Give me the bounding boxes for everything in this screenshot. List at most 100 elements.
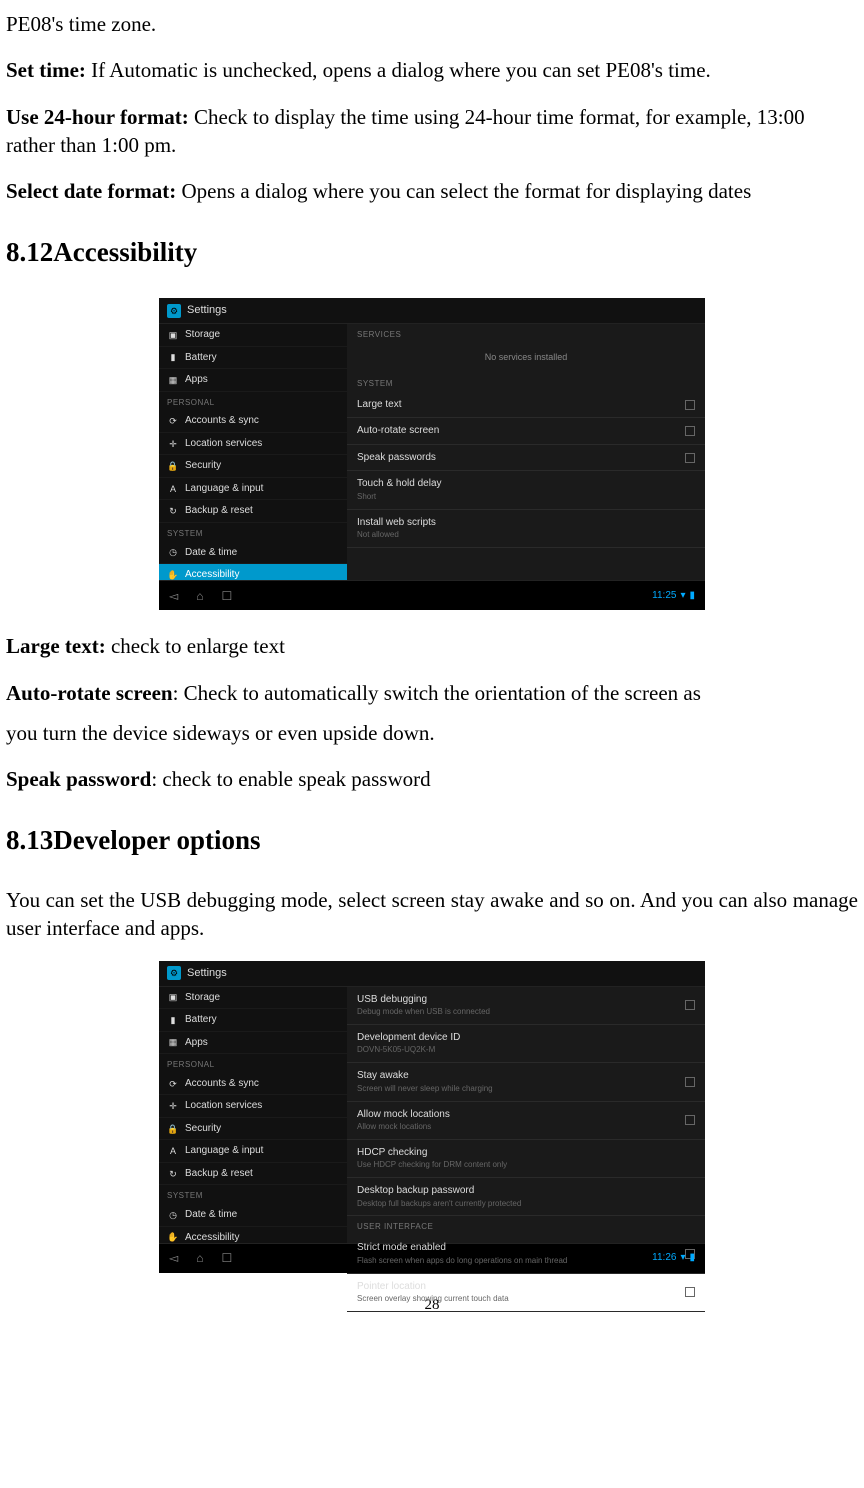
settings-sidebar-2[interactable]: ▣Storage ▮Battery ▦Apps PERSONAL ⟳Accoun… [159, 987, 347, 1243]
sidebar2-security[interactable]: 🔒Security [159, 1118, 347, 1141]
sidebar-security-label: Security [185, 459, 221, 473]
large-text-bold: Large text: [6, 634, 106, 658]
sidebar2-security-label: Security [185, 1122, 221, 1136]
accessibility-screenshot: ⚙ Settings ▣Storage ▮Battery ▦Apps PERSO… [159, 298, 705, 610]
wifi-icon: ▾ [680, 1251, 685, 1265]
sidebar2-accounts[interactable]: ⟳Accounts & sync [159, 1073, 347, 1096]
desktop-backup-row[interactable]: Desktop backup passwordDesktop full back… [347, 1178, 705, 1216]
sidebar-battery[interactable]: ▮Battery [159, 347, 347, 370]
sidebar-backup[interactable]: ↻Backup & reset [159, 500, 347, 523]
sidebar2-accessibility[interactable]: ✋Accessibility [159, 1227, 347, 1243]
sidebar-accounts[interactable]: ⟳Accounts & sync [159, 410, 347, 433]
recent-icon[interactable]: ☐ [221, 588, 232, 604]
auto-rotate-row[interactable]: Auto-rotate screen [347, 418, 705, 445]
language-icon: A [167, 483, 179, 495]
sidebar2-backup[interactable]: ↻Backup & reset [159, 1163, 347, 1186]
clock-icon: ◷ [167, 1209, 179, 1221]
sidebar-security[interactable]: 🔒 Security [159, 455, 347, 478]
sidebar-battery-label: Battery [185, 351, 217, 365]
checkbox-icon[interactable] [685, 453, 695, 463]
checkbox-icon[interactable] [685, 1287, 695, 1297]
checkbox-icon[interactable] [685, 400, 695, 410]
usb-sub: Debug mode when USB is connected [357, 1007, 490, 1018]
ui-header: USER INTERFACE [347, 1216, 705, 1235]
large-text-row[interactable]: Large text [347, 392, 705, 419]
home-icon[interactable]: ⌂ [196, 1250, 203, 1266]
settings-icon: ⚙ [167, 304, 181, 318]
heading-812: 8.12Accessibility [6, 234, 858, 270]
sidebar2-accessibility-label: Accessibility [185, 1231, 239, 1243]
language-icon: A [167, 1145, 179, 1157]
sidebar-cat-system: SYSTEM [159, 523, 347, 542]
mock-sub: Allow mock locations [357, 1122, 450, 1133]
hdcp-row[interactable]: HDCP checking Use HDCP checking for DRM c… [347, 1140, 705, 1178]
usb-debugging-row[interactable]: USB debuggingDebug mode when USB is conn… [347, 987, 705, 1025]
select-date-label: Select date format: [6, 179, 176, 203]
sidebar-datetime-label: Date & time [185, 546, 237, 560]
sidebar-location-label: Location services [185, 437, 262, 451]
web-scripts-row[interactable]: Install web scripts Not allowed [347, 510, 705, 548]
system-header: SYSTEM [347, 373, 705, 392]
settings-detail: SERVICES No services installed SYSTEM La… [347, 324, 705, 580]
clock-icon: ◷ [167, 547, 179, 559]
sidebar-accessibility-label: Accessibility [185, 568, 239, 580]
checkbox-icon[interactable] [685, 1115, 695, 1125]
sidebar2-location[interactable]: ✛ Location services [159, 1095, 347, 1118]
auto-rotate-label: Auto-rotate screen [357, 424, 439, 438]
sidebar-language[interactable]: ALanguage & input [159, 478, 347, 501]
settings-sidebar[interactable]: ▣Storage ▮Battery ▦Apps PERSONAL ⟳Accoun… [159, 324, 347, 580]
checkbox-icon[interactable] [685, 426, 695, 436]
screenshot2-title: Settings [187, 966, 227, 981]
heading-813: 8.13Developer options [6, 822, 858, 858]
sidebar-accessibility[interactable]: ✋Accessibility [159, 564, 347, 580]
checkbox-icon[interactable] [685, 1077, 695, 1087]
pointer-label: Pointer location [357, 1281, 426, 1292]
speak-passwords-row[interactable]: Speak passwords [347, 445, 705, 472]
location-icon: ✛ [167, 438, 179, 450]
after1-p2-line2: you turn the device sideways or even ups… [6, 719, 858, 747]
backup-icon: ↻ [167, 505, 179, 517]
recent-icon[interactable]: ☐ [221, 1250, 232, 1266]
lock-icon: 🔒 [167, 460, 179, 472]
large-text-rest: check to enlarge text [106, 634, 285, 658]
back-icon[interactable]: ◅ [169, 588, 178, 604]
sidebar2-battery[interactable]: ▮Battery [159, 1009, 347, 1032]
backup-label: Desktop backup password [357, 1185, 474, 1196]
devid-row[interactable]: Development device IDDOVN-5K05-UQ2K-M [347, 1025, 705, 1063]
sidebar2-cat-system: SYSTEM [159, 1185, 347, 1204]
sidebar-accounts-label: Accounts & sync [185, 414, 259, 428]
stay-sub: Screen will never sleep while charging [357, 1084, 493, 1095]
touch-hold-row[interactable]: Touch & hold delayShort [347, 471, 705, 509]
sidebar2-language[interactable]: ALanguage & input [159, 1140, 347, 1163]
hdcp-label: HDCP checking [357, 1147, 427, 1158]
home-icon[interactable]: ⌂ [196, 588, 203, 604]
checkbox-icon[interactable] [685, 1000, 695, 1010]
use24-label: Use 24-hour format: [6, 105, 189, 129]
status-clock-2: 11:26 ▾ ▮ [652, 1251, 695, 1265]
sidebar2-storage[interactable]: ▣ Storage [159, 987, 347, 1010]
sidebar-apps[interactable]: ▦Apps [159, 369, 347, 392]
pointer-location-row[interactable]: Pointer locationScreen overlay showing c… [347, 1274, 705, 1312]
sidebar2-apps[interactable]: ▦Apps [159, 1032, 347, 1055]
location-icon: ✛ [167, 1100, 179, 1112]
devid-sub: DOVN-5K05-UQ2K-M [357, 1045, 460, 1056]
storage-icon: ▣ [167, 991, 179, 1003]
set-time-text: If Automatic is unchecked, opens a dialo… [86, 58, 711, 82]
intro-p0: PE08's time zone. [6, 10, 858, 38]
sidebar2-datetime[interactable]: ◷Date & time [159, 1204, 347, 1227]
stay-awake-row[interactable]: Stay awakeScreen will never sleep while … [347, 1063, 705, 1101]
apps-icon: ▦ [167, 1036, 179, 1048]
sidebar2-backup-label: Backup & reset [185, 1167, 253, 1181]
web-scripts-sub: Not allowed [357, 530, 436, 541]
sync-icon: ⟳ [167, 1078, 179, 1090]
sidebar-datetime[interactable]: ◷ Date & time [159, 542, 347, 565]
hdcp-sub: Use HDCP checking for DRM content only [357, 1160, 507, 1171]
web-scripts-label: Install web scripts [357, 517, 436, 528]
mock-locations-row[interactable]: Allow mock locationsAllow mock locations [347, 1102, 705, 1140]
sidebar-location[interactable]: ✛ Location services [159, 433, 347, 456]
after1-p1: Large text: check to enlarge text [6, 632, 858, 660]
back-icon[interactable]: ◅ [169, 1250, 178, 1266]
sidebar2-storage-label: Storage [185, 991, 220, 1005]
sidebar-storage[interactable]: ▣Storage [159, 324, 347, 347]
sidebar2-location-label: Location services [185, 1099, 262, 1113]
